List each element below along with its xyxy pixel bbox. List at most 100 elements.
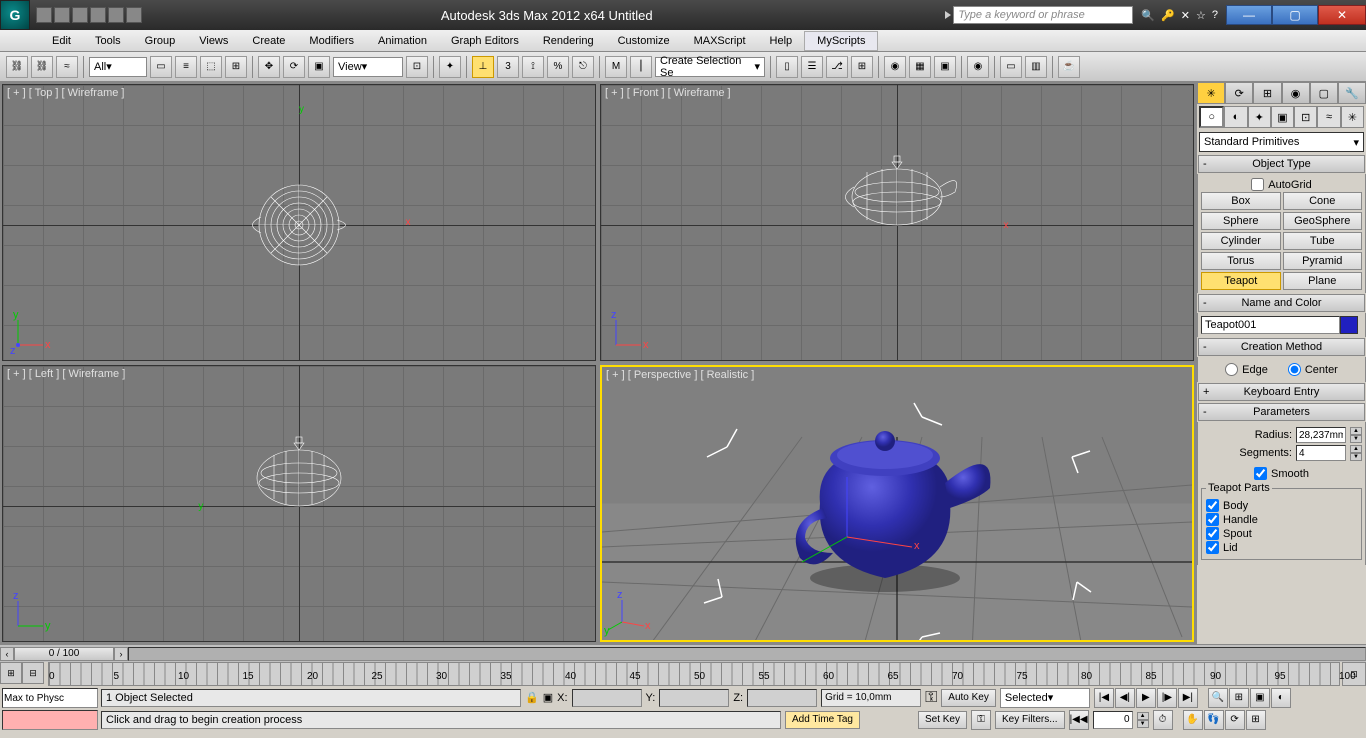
subtab-geometry[interactable]: ○	[1199, 106, 1224, 128]
key-mode-dropdown[interactable]: Selected▾	[1000, 688, 1090, 708]
orbit-icon[interactable]: ⟳	[1225, 710, 1245, 730]
app-icon[interactable]: G	[0, 0, 30, 30]
redo-icon[interactable]	[108, 7, 124, 23]
tab-modify[interactable]: ⟳	[1225, 82, 1253, 104]
minimize-button[interactable]: —	[1226, 5, 1272, 25]
time-slider[interactable]: ‹ 0 / 100 ›	[0, 644, 1366, 662]
part-spout-checkbox[interactable]	[1206, 527, 1219, 540]
tab-utilities[interactable]: 🔧	[1338, 82, 1366, 104]
maxscript-mini[interactable]	[2, 688, 98, 708]
part-body-checkbox[interactable]	[1206, 499, 1219, 512]
time-config-icon[interactable]: ⏱	[1153, 710, 1173, 730]
rollout-keyboard-entry[interactable]: +Keyboard Entry	[1198, 383, 1365, 401]
open-icon[interactable]	[54, 7, 70, 23]
ref-coord-system[interactable]: View▾	[333, 57, 403, 77]
subtab-shapes[interactable]: ◐	[1224, 106, 1247, 128]
btn-plane[interactable]: Plane	[1283, 272, 1363, 290]
track-bar[interactable]: 0510152025303540455055606570758085909510…	[48, 662, 1340, 686]
radio-center[interactable]	[1288, 363, 1301, 376]
subtab-spacewarps[interactable]: ≈	[1317, 106, 1340, 128]
rollout-object-type[interactable]: -Object Type	[1198, 155, 1365, 173]
segments-input[interactable]	[1296, 445, 1346, 461]
graphite-icon[interactable]: ▭	[1000, 56, 1022, 78]
track-key-mode[interactable]: ⊞	[0, 662, 22, 684]
zoom-all-icon[interactable]: ⊞	[1229, 688, 1249, 708]
project-icon[interactable]	[126, 7, 142, 23]
tab-hierarchy[interactable]: ⊞	[1253, 82, 1281, 104]
close-button[interactable]: ✕	[1318, 5, 1366, 25]
angle-snap-icon[interactable]: 3	[497, 56, 519, 78]
layers-icon[interactable]: ☰	[801, 56, 823, 78]
goto-start-icon[interactable]: |◀	[1094, 688, 1114, 708]
current-frame-input[interactable]	[1093, 711, 1133, 729]
subtab-helpers[interactable]: ⊡	[1294, 106, 1317, 128]
btn-pyramid[interactable]: Pyramid	[1283, 252, 1363, 270]
auto-key-button[interactable]: Auto Key	[941, 689, 996, 707]
segments-spinner[interactable]: ▲▼	[1350, 445, 1362, 461]
lock-icon[interactable]: 🔒	[525, 691, 539, 704]
menu-graph-editors[interactable]: Graph Editors	[439, 32, 531, 50]
tab-create[interactable]: ✳	[1197, 82, 1225, 104]
object-color-swatch[interactable]	[1340, 316, 1358, 334]
z-coord[interactable]	[747, 689, 817, 707]
viewport-left[interactable]: [ + ] [ Left ] [ Wireframe ] y zy	[2, 365, 596, 642]
object-name-input[interactable]	[1201, 316, 1340, 334]
viewport-front[interactable]: [ + ] [ Front ] [ Wireframe ] x zx	[600, 84, 1194, 361]
menu-tools[interactable]: Tools	[83, 32, 133, 50]
slider-next[interactable]: ›	[114, 647, 128, 661]
new-icon[interactable]	[36, 7, 52, 23]
btn-box[interactable]: Box	[1201, 192, 1281, 210]
menu-create[interactable]: Create	[240, 32, 297, 50]
rollout-name-color[interactable]: -Name and Color	[1198, 294, 1365, 312]
set-key-button[interactable]: Set Key	[918, 711, 967, 729]
material-editor-icon[interactable]: ◉	[884, 56, 906, 78]
walk-icon[interactable]: 👣	[1204, 710, 1224, 730]
slider-track[interactable]	[128, 647, 1366, 661]
slider-thumb[interactable]: 0 / 100	[14, 647, 114, 661]
frame-spinner[interactable]: ▲▼	[1137, 712, 1149, 728]
menu-customize[interactable]: Customize	[606, 32, 682, 50]
subtab-systems[interactable]: ✳	[1341, 106, 1364, 128]
selection-filter[interactable]: All▾	[89, 57, 147, 77]
menu-views[interactable]: Views	[187, 32, 240, 50]
pivot-icon[interactable]: ⊡	[406, 56, 428, 78]
manipulate-icon[interactable]: ✦	[439, 56, 461, 78]
btn-tube[interactable]: Tube	[1283, 232, 1363, 250]
goto-end-icon[interactable]: ▶|	[1178, 688, 1198, 708]
align-tool-icon[interactable]: ▯	[776, 56, 798, 78]
key-filters-button[interactable]: Key Filters...	[995, 711, 1065, 729]
unlink-icon[interactable]: ⛓	[31, 56, 53, 78]
teapot-render-icon[interactable]: ☕	[1058, 56, 1080, 78]
render-setup-icon[interactable]: ▦	[909, 56, 931, 78]
save-icon[interactable]	[72, 7, 88, 23]
tab-motion[interactable]: ◉	[1282, 82, 1310, 104]
radius-input[interactable]	[1296, 427, 1346, 443]
spinner-snap-icon[interactable]: %	[547, 56, 569, 78]
schematic-icon[interactable]: ⊞	[851, 56, 873, 78]
container-icon[interactable]: ▥	[1025, 56, 1047, 78]
menu-edit[interactable]: Edit	[40, 32, 83, 50]
radio-edge[interactable]	[1225, 363, 1238, 376]
menu-maxscript[interactable]: MAXScript	[682, 32, 758, 50]
subtab-lights[interactable]: ✦	[1248, 106, 1271, 128]
link-icon[interactable]: ⛓	[6, 56, 28, 78]
x-coord[interactable]	[572, 689, 642, 707]
btn-cylinder[interactable]: Cylinder	[1201, 232, 1281, 250]
y-coord[interactable]	[659, 689, 729, 707]
play-icon[interactable]: ▶	[1136, 688, 1156, 708]
btn-geosphere[interactable]: GeoSphere	[1283, 212, 1363, 230]
max-vp-icon[interactable]: ⊞	[1246, 710, 1266, 730]
isolate-icon[interactable]: ▣	[543, 691, 553, 704]
menu-modifiers[interactable]: Modifiers	[297, 32, 366, 50]
tab-display[interactable]: ▢	[1310, 82, 1338, 104]
part-handle-checkbox[interactable]	[1206, 513, 1219, 526]
menu-help[interactable]: Help	[758, 32, 805, 50]
select-object-icon[interactable]: ▭	[150, 56, 172, 78]
menu-myscripts[interactable]: MyScripts	[804, 31, 878, 51]
scale-icon[interactable]: ▣	[308, 56, 330, 78]
zoom-icon[interactable]: 🔍	[1208, 688, 1228, 708]
star-icon[interactable]: ☆	[1196, 9, 1206, 22]
pan-icon[interactable]: ✋	[1183, 710, 1203, 730]
help-search[interactable]: Type a keyword or phrase	[953, 6, 1133, 24]
percent-snap-icon[interactable]: ⟟	[522, 56, 544, 78]
